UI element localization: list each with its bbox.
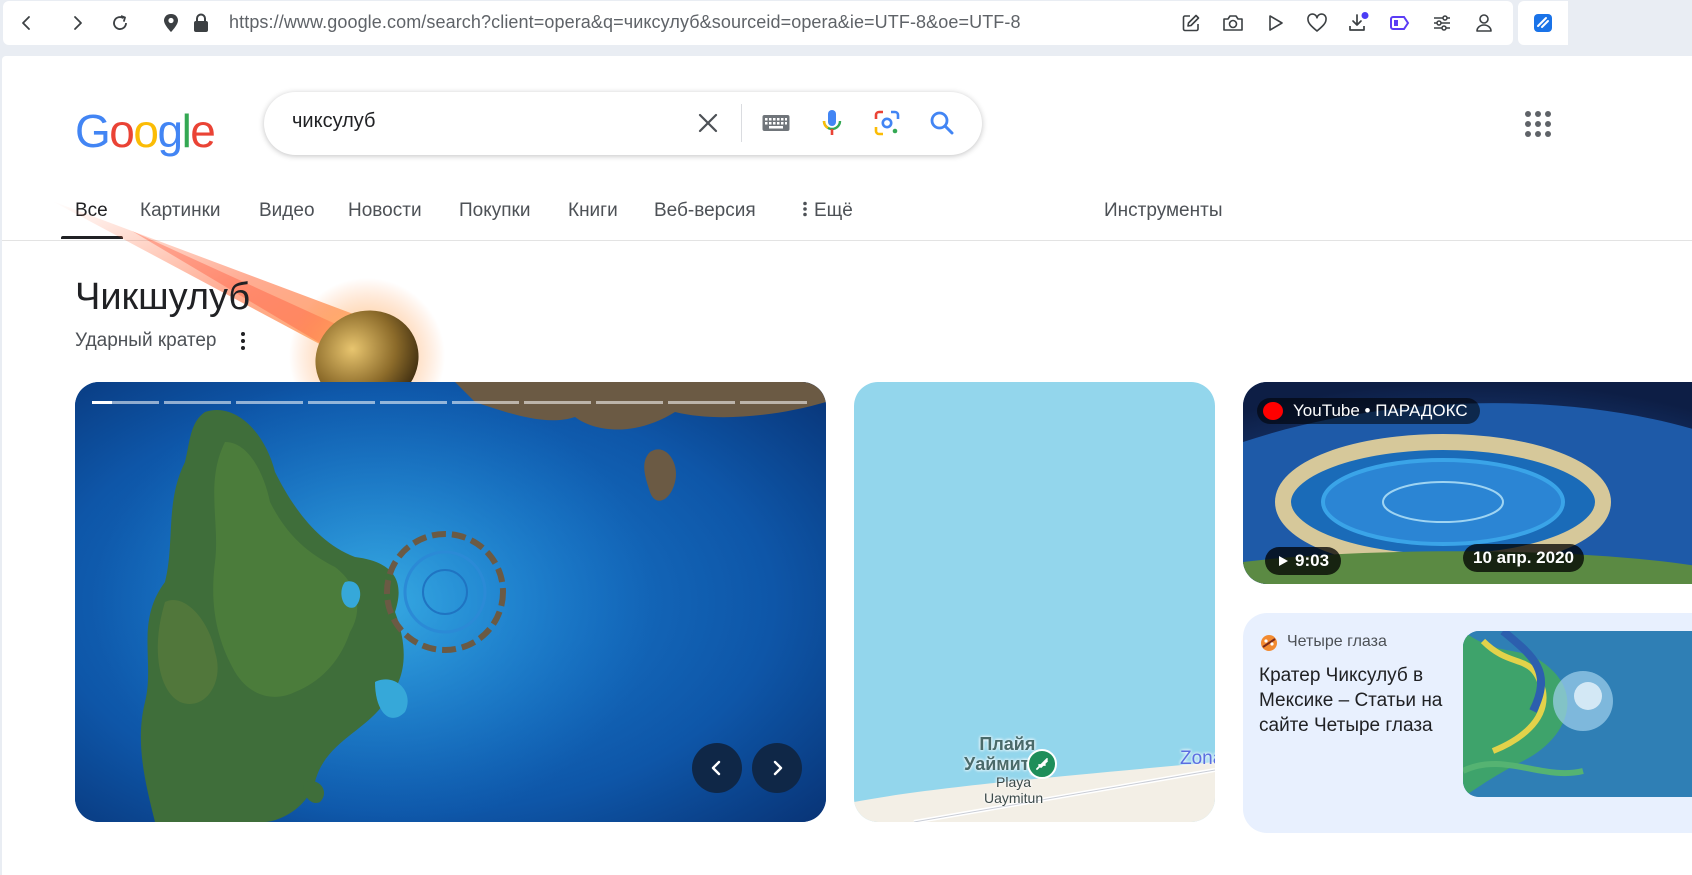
crater-gravity-map-image	[1463, 631, 1692, 797]
knowledge-panel-title: Чикшулуб	[75, 276, 251, 318]
browser-toolbar: https://www.google.com/search?client=ope…	[0, 0, 1692, 56]
article-card[interactable]: Четыре глаза Кратер Чиксулуб в Мексике –…	[1243, 613, 1692, 833]
search-icon[interactable]	[926, 107, 958, 139]
download-icon[interactable]	[1344, 9, 1372, 37]
progress-segment	[524, 401, 591, 404]
progress-segment	[452, 401, 519, 404]
tab-web[interactable]: Веб-версия	[654, 200, 756, 222]
lens-icon[interactable]	[871, 107, 903, 139]
map-card[interactable]: Плайя Уаймитун Playa Uaymitun Zona	[854, 382, 1215, 822]
back-icon[interactable]	[13, 9, 41, 37]
progress-segment	[740, 401, 807, 404]
search-results-page: Google чиксулуб Все Картинки Видео Новос…	[2, 56, 1692, 875]
forward-icon[interactable]	[63, 9, 91, 37]
map-place-line: Uaymitun	[984, 790, 1044, 806]
progress-segment	[380, 401, 447, 404]
video-source-chip: YouTube • ПАРАДОКС	[1257, 398, 1480, 424]
image-carousel[interactable]	[75, 382, 826, 822]
progress-segment	[92, 401, 159, 404]
tab-shopping[interactable]: Покупки	[459, 200, 530, 222]
play-small-icon	[1279, 556, 1288, 566]
address-bar-container: https://www.google.com/search?client=ope…	[3, 1, 1513, 45]
more-options-icon[interactable]	[234, 330, 252, 352]
heart-icon[interactable]	[1303, 9, 1331, 37]
progress-segment	[596, 401, 663, 404]
more-vert-icon	[803, 201, 807, 217]
pinboard-icon	[1534, 14, 1552, 32]
progress-segment	[164, 401, 231, 404]
progress-segment	[308, 401, 375, 404]
tab-books[interactable]: Книги	[568, 200, 618, 222]
tab-more-label: Ещё	[814, 200, 853, 221]
url-text[interactable]: https://www.google.com/search?client=ope…	[229, 12, 1021, 33]
snapshot-edit-icon[interactable]	[1177, 9, 1205, 37]
sidebar-pinboard-button[interactable]	[1518, 1, 1568, 45]
map-place-label-es: Playa Uaymitun	[984, 774, 1043, 806]
carousel-prev-button[interactable]	[692, 743, 742, 793]
article-thumbnail	[1463, 631, 1692, 797]
article-source: Четыре глаза	[1287, 633, 1387, 650]
chevron-left-icon	[711, 760, 721, 776]
beach-pin-icon[interactable]	[1027, 749, 1057, 779]
video-source-label: YouTube • ПАРАДОКС	[1293, 401, 1468, 420]
reload-icon[interactable]	[106, 9, 134, 37]
video-duration: 9:03	[1265, 547, 1342, 575]
map-edge-label: Zona	[1180, 748, 1215, 769]
clear-icon[interactable]	[692, 107, 724, 139]
progress-fill	[92, 401, 113, 404]
tab-more[interactable]: Ещё	[802, 200, 853, 222]
article-title[interactable]: Кратер Чиксулуб в Мексике – Статьи на са…	[1259, 663, 1449, 738]
location-pin-icon[interactable]	[157, 9, 185, 37]
youtube-icon	[1263, 402, 1283, 420]
carousel-next-button[interactable]	[752, 743, 802, 793]
keyboard-icon[interactable]	[760, 107, 792, 139]
search-divider	[741, 104, 742, 142]
battery-saver-icon[interactable]	[1386, 9, 1414, 37]
duration-text: 9:03	[1295, 551, 1330, 570]
camera-icon[interactable]	[1219, 9, 1247, 37]
account-icon[interactable]	[1470, 9, 1498, 37]
chevron-right-icon	[773, 760, 783, 776]
play-icon[interactable]	[1261, 9, 1289, 37]
lock-icon[interactable]	[187, 9, 215, 37]
search-input[interactable]: чиксулуб	[292, 110, 375, 133]
google-apps-icon[interactable]	[1524, 110, 1552, 138]
knowledge-panel-subtitle: Ударный кратер	[75, 330, 217, 351]
video-card[interactable]: YouTube • ПАРАДОКС 9:03 10 апр. 2020	[1243, 382, 1692, 584]
tools-button[interactable]: Инструменты	[1104, 200, 1222, 222]
easy-setup-icon[interactable]	[1428, 9, 1456, 37]
voice-search-icon[interactable]	[816, 107, 848, 139]
progress-segment	[236, 401, 303, 404]
video-date: 10 апр. 2020	[1463, 544, 1585, 572]
four-eyes-favicon-icon	[1261, 635, 1277, 651]
progress-segment	[668, 401, 735, 404]
